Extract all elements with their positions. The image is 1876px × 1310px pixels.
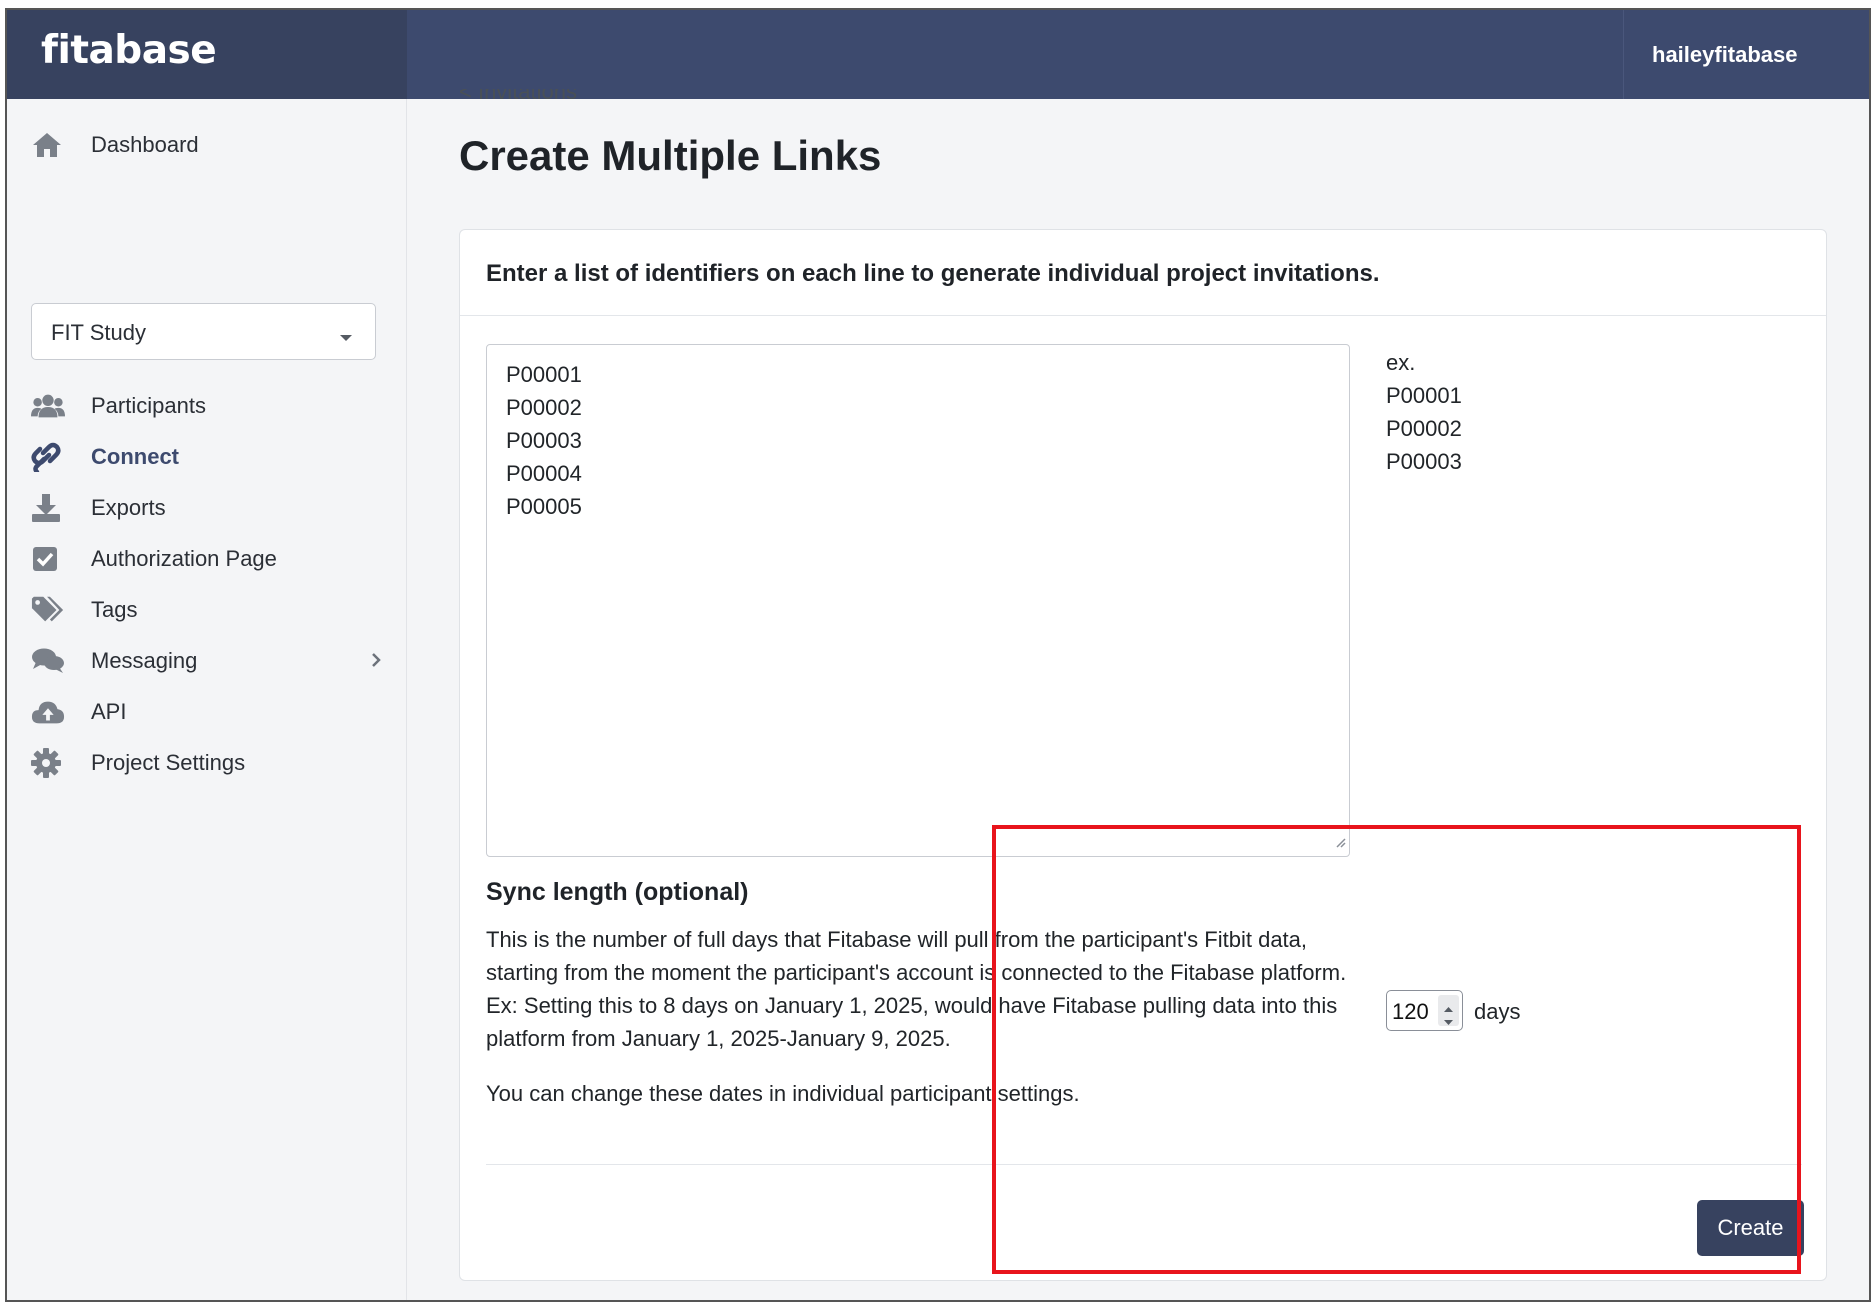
sidebar-item-participants[interactable]: Participants xyxy=(31,384,391,428)
sidebar-item-label: Messaging xyxy=(91,648,198,673)
breadcrumb[interactable]: < Invitations xyxy=(459,89,577,101)
sidebar: Dashboard FIT Study Participants Connect xyxy=(7,99,407,1300)
breadcrumb-link[interactable]: < Invitations xyxy=(459,89,577,101)
card-header-text: Enter a list of identifiers on each line… xyxy=(486,260,1380,287)
identifier-line: P00003 xyxy=(506,428,582,453)
sidebar-item-authorization-page[interactable]: Authorization Page xyxy=(31,537,391,581)
home-icon xyxy=(31,130,65,160)
study-select[interactable]: FIT Study xyxy=(31,303,376,360)
chat-icon xyxy=(31,646,65,676)
sidebar-item-label: Tags xyxy=(91,597,138,622)
sidebar-item-dashboard[interactable]: Dashboard xyxy=(31,123,391,167)
sync-length-note: You can change these dates in individual… xyxy=(486,1081,1080,1106)
caret-down-icon xyxy=(339,329,353,347)
sidebar-item-label: Authorization Page xyxy=(91,546,277,571)
app-window: fitabase haileyfitabase Dashboard FIT St… xyxy=(5,8,1871,1302)
tags-icon xyxy=(31,595,65,625)
sync-days-value: 120 xyxy=(1392,999,1429,1024)
sidebar-item-label: Project Settings xyxy=(91,750,246,775)
number-spinner[interactable] xyxy=(1438,995,1459,1026)
resize-handle-icon[interactable] xyxy=(1334,835,1346,853)
example-identifiers: ex. P00001 P00002 P00003 xyxy=(1386,346,1462,478)
sidebar-item-label: Participants xyxy=(91,393,206,418)
brand-area: fitabase xyxy=(7,10,407,99)
sidebar-item-messaging[interactable]: Messaging xyxy=(31,639,391,683)
sync-length-description: This is the number of full days that Fit… xyxy=(486,927,1347,1051)
identifier-line: P00005 xyxy=(506,494,582,519)
example-line: P00003 xyxy=(1386,449,1462,474)
identifiers-list[interactable]: P00001 P00002 P00003 P00004 P00005 xyxy=(506,358,582,523)
link-icon xyxy=(31,442,65,472)
create-links-card: Enter a list of identifiers on each line… xyxy=(459,229,1827,1281)
card-divider xyxy=(486,1164,1802,1165)
sidebar-item-label: API xyxy=(91,699,127,724)
sidebar-item-label: Dashboard xyxy=(91,132,199,157)
create-button[interactable]: Create xyxy=(1697,1200,1804,1256)
sidebar-item-connect[interactable]: Connect xyxy=(31,435,391,479)
days-unit-label: days xyxy=(1474,999,1521,1024)
gear-icon xyxy=(31,748,65,778)
sidebar-item-project-settings[interactable]: Project Settings xyxy=(31,741,391,785)
example-line: ex. xyxy=(1386,350,1416,375)
identifiers-textarea[interactable]: P00001 P00002 P00003 P00004 P00005 xyxy=(486,344,1350,857)
cloud-upload-icon xyxy=(31,697,65,727)
sidebar-item-label: Exports xyxy=(91,495,166,520)
sidebar-item-api[interactable]: API xyxy=(31,690,391,734)
download-icon xyxy=(31,493,65,523)
checkbox-icon xyxy=(31,544,65,574)
identifier-line: P00001 xyxy=(506,362,582,387)
users-icon xyxy=(31,391,65,421)
identifier-line: P00004 xyxy=(506,461,582,486)
study-select-value: FIT Study xyxy=(51,320,146,345)
sync-days-input[interactable]: 120 xyxy=(1386,990,1463,1031)
chevron-right-icon xyxy=(371,652,381,673)
top-navbar: fitabase haileyfitabase xyxy=(7,10,1869,99)
sidebar-item-label: Connect xyxy=(91,444,179,469)
username-label[interactable]: haileyfitabase xyxy=(1652,42,1798,68)
page-title: Create Multiple Links xyxy=(459,132,882,179)
sync-length-title: Sync length (optional) xyxy=(486,878,749,906)
spin-down-icon[interactable] xyxy=(1443,1013,1454,1031)
sidebar-item-exports[interactable]: Exports xyxy=(31,486,391,530)
card-header: Enter a list of identifiers on each line… xyxy=(460,230,1826,316)
example-line: P00001 xyxy=(1386,383,1462,408)
sidebar-item-tags[interactable]: Tags xyxy=(31,588,391,632)
user-menu[interactable]: haileyfitabase xyxy=(1623,10,1869,99)
example-line: P00002 xyxy=(1386,416,1462,441)
identifier-line: P00002 xyxy=(506,395,582,420)
fitabase-logo[interactable]: fitabase xyxy=(41,28,217,73)
